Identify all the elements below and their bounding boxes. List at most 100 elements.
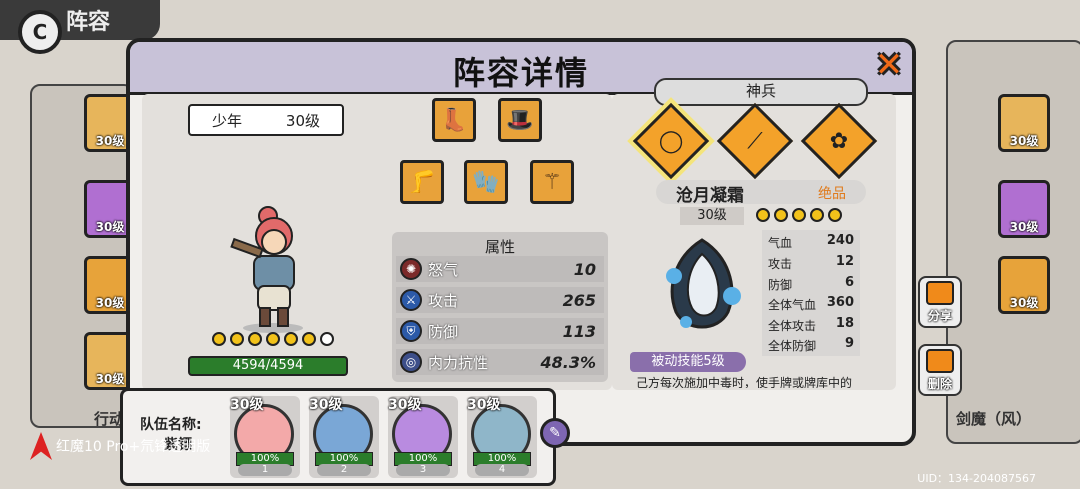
slot-number: 4	[475, 464, 529, 476]
attributes-title: 属性	[484, 238, 515, 256]
slot-number: 1	[238, 464, 292, 476]
stat-name: 全体气血	[768, 298, 817, 312]
attr-name: 攻击	[428, 291, 459, 310]
grape-icon: ✿	[829, 128, 849, 154]
attr-value: 10	[573, 259, 596, 279]
hero-level: 30级	[285, 111, 321, 130]
hero-star-rating	[212, 332, 334, 346]
staff-icon: ⚚	[542, 169, 562, 195]
passive-skill-description: 己方每次施加中毒时，使手牌或牌库中的	[636, 376, 853, 388]
ring-blade-icon: ◯	[658, 128, 684, 154]
swirl-icon: ◎	[400, 351, 422, 373]
team-slot[interactable]: 30级 100% 3	[388, 396, 458, 478]
flute-icon: ⟋	[747, 128, 763, 154]
close-button[interactable]: ✕	[870, 45, 908, 85]
attr-value: 48.3%	[540, 352, 596, 372]
stat-value: 12	[835, 254, 854, 269]
gloves-icon: 🧤	[472, 169, 500, 195]
team-edit-button[interactable]: ✎	[540, 418, 570, 448]
attr-row-resist: ◎ 内力抗性 48.3%	[396, 349, 604, 375]
team-name-label: 队伍名称:	[140, 417, 202, 433]
weapon-name: 沧月凝霜	[676, 186, 744, 206]
watermark-text: 红魔10 Pro+氘锋透明版	[56, 439, 211, 455]
equip-slot-boots[interactable]: 👢	[432, 98, 476, 142]
stat-value: 9	[844, 336, 854, 351]
back-button[interactable]: C	[18, 10, 62, 54]
trash-icon	[926, 349, 954, 373]
weapon-level: 30级	[680, 207, 744, 225]
stat-value: 6	[844, 275, 854, 290]
card-level: 30级	[1009, 134, 1039, 148]
hero-hp-bar: 4594/4594	[188, 356, 348, 376]
right-hero-card[interactable]: 30级	[998, 180, 1050, 238]
passive-skill-tag: 被动技能5级	[630, 352, 746, 372]
device-watermark: 红魔10 Pro+氘锋透明版	[30, 432, 210, 460]
card-level: 30级	[1009, 296, 1039, 310]
equip-slot-hat[interactable]: 🎩	[498, 98, 542, 142]
stat-name: 全体防御	[768, 339, 817, 353]
slot-number: 2	[317, 464, 371, 476]
slot-level: 30级	[388, 397, 422, 413]
star-icon	[248, 332, 262, 346]
share-button[interactable]: 分享	[918, 276, 962, 328]
sword-icon: ⚔	[400, 289, 422, 311]
stat-value: 18	[835, 316, 854, 331]
delete-label: 删除	[927, 377, 952, 391]
team-slot[interactable]: 30级 100% 2	[309, 396, 379, 478]
equip-slot-weapon[interactable]: ⚚	[530, 160, 574, 204]
rage-icon: ✺	[400, 258, 422, 280]
slot-level: 30级	[230, 397, 264, 413]
attributes-panel: 属性 ✺ 怒气 10 ⚔ 攻击 265 ⛨ 防御 113 ◎ 内力抗性 48.3…	[392, 232, 608, 382]
star-icon	[774, 208, 788, 222]
card-level: 30级	[1009, 220, 1039, 234]
equip-slot-gloves[interactable]: 🧤	[464, 160, 508, 204]
page-title: 阵容	[66, 10, 111, 35]
slot-level: 30级	[309, 397, 343, 413]
star-icon	[230, 332, 244, 346]
attr-row-defense: ⛨ 防御 113	[396, 318, 604, 344]
attr-name: 内力抗性	[428, 353, 489, 372]
star-icon	[212, 332, 226, 346]
attr-name: 防御	[428, 322, 459, 341]
hero-name: 少年	[211, 111, 242, 130]
stat-value: 360	[826, 295, 854, 310]
delete-button[interactable]: 删除	[918, 344, 962, 396]
star-icon	[756, 208, 770, 222]
slot-level: 30级	[467, 397, 501, 413]
equip-slot-legs[interactable]: 🦵	[400, 160, 444, 204]
weapon-section-tag: 神兵	[654, 78, 868, 106]
stat-name: 气血	[768, 236, 793, 250]
hero-portrait	[230, 206, 303, 333]
attr-name: 怒气	[428, 260, 459, 279]
greaves-icon: 🦵	[408, 169, 436, 195]
attr-value: 265	[562, 290, 596, 310]
stat-name: 防御	[768, 278, 793, 292]
hat-icon: 🎩	[506, 107, 534, 133]
weapon-grade: 绝品	[818, 186, 846, 202]
right-column-label: 剑魔（风）	[956, 410, 1032, 428]
hero-name-tag: 少年 30级	[188, 104, 344, 136]
star-icon	[810, 208, 824, 222]
weapon-star-rating	[756, 208, 842, 222]
slot-number: 3	[396, 464, 450, 476]
star-icon-empty	[320, 332, 334, 346]
edit-icon: ✎	[549, 425, 561, 441]
share-icon	[926, 281, 954, 305]
stat-name: 全体攻击	[768, 319, 817, 333]
weapon-artwork	[666, 238, 741, 329]
team-slot[interactable]: 30级 100% 1	[230, 396, 300, 478]
attr-value: 113	[562, 321, 596, 341]
stat-value: 240	[826, 233, 854, 248]
right-hero-card[interactable]: 30级	[998, 256, 1050, 314]
star-icon	[284, 332, 298, 346]
red-magic-logo-icon	[30, 432, 52, 460]
boot-icon: 👢	[440, 107, 468, 133]
stat-name: 攻击	[768, 257, 793, 271]
star-icon	[302, 332, 316, 346]
user-id: UID：134-204087567	[917, 472, 1036, 485]
right-hero-card[interactable]: 30级	[998, 94, 1050, 152]
team-slot[interactable]: 30级 100% 4	[467, 396, 537, 478]
shield-icon: ⛨	[400, 320, 422, 342]
attr-row-rage: ✺ 怒气 10	[396, 256, 604, 282]
share-label: 分享	[927, 309, 952, 323]
